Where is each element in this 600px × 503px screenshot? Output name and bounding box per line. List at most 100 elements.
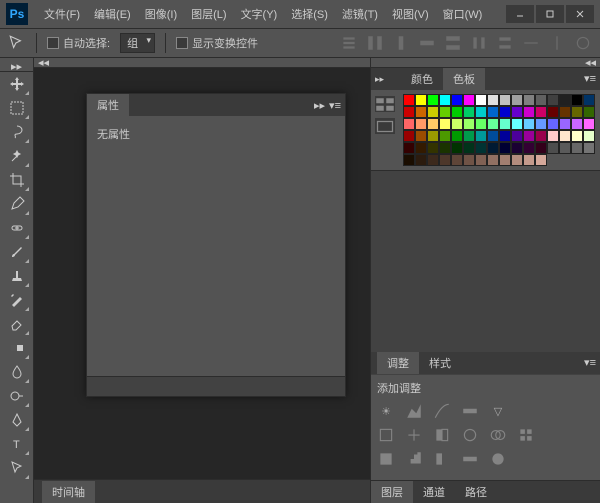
swatch[interactable] [463,118,475,130]
selective-color-icon[interactable] [489,450,507,468]
swatch[interactable] [583,118,595,130]
swatch[interactable] [415,118,427,130]
swatch[interactable] [415,130,427,142]
layers-tab[interactable]: 图层 [371,481,413,503]
swatch[interactable] [403,154,415,166]
swatch[interactable] [559,142,571,154]
swatch[interactable] [487,94,499,106]
align-icon[interactable] [548,34,566,52]
align-icon[interactable] [470,34,488,52]
close-button[interactable] [566,5,594,23]
swatch[interactable] [475,130,487,142]
swatch[interactable] [583,130,595,142]
swatch[interactable] [439,106,451,118]
menu-view[interactable]: 视图(V) [386,3,435,25]
swatch[interactable] [463,142,475,154]
swatch[interactable] [403,94,415,106]
menu-layer[interactable]: 图层(L) [185,3,232,25]
swatch-preset-icon[interactable] [375,96,395,112]
swatch[interactable] [511,118,523,130]
swatch[interactable] [571,142,583,154]
bw-icon[interactable] [433,426,451,444]
exposure-icon[interactable] [461,402,479,420]
healing-brush-tool[interactable] [4,216,30,240]
swatch[interactable] [571,118,583,130]
blur-tool[interactable] [4,360,30,384]
crop-tool[interactable] [4,168,30,192]
swatch[interactable] [511,106,523,118]
history-brush-tool[interactable] [4,288,30,312]
auto-select-checkbox[interactable] [47,37,59,49]
channel-mixer-icon[interactable] [489,426,507,444]
lasso-tool[interactable] [4,120,30,144]
swatch[interactable] [439,154,451,166]
swatch[interactable] [511,130,523,142]
swatch[interactable] [499,130,511,142]
swatch[interactable] [499,154,511,166]
swatch[interactable] [559,94,571,106]
swatch[interactable] [487,154,499,166]
swatch[interactable] [439,142,451,154]
swatch[interactable] [403,130,415,142]
swatch[interactable] [583,94,595,106]
canvas-collapse[interactable]: ◂◂ [34,58,370,68]
swatch[interactable] [475,118,487,130]
show-transform-option[interactable]: 显示变换控件 [176,35,258,51]
swatch[interactable] [427,118,439,130]
menu-edit[interactable]: 编辑(E) [88,3,137,25]
swatch[interactable] [547,106,559,118]
auto-select-option[interactable]: 自动选择: [47,35,110,51]
swatch[interactable] [415,94,427,106]
brightness-icon[interactable]: ☀ [377,402,395,420]
swatch[interactable] [511,142,523,154]
swatch[interactable] [415,154,427,166]
swatch[interactable] [451,94,463,106]
swatch[interactable] [523,130,535,142]
move-tool[interactable] [4,72,30,96]
swatch[interactable] [523,154,535,166]
swatch[interactable] [535,142,547,154]
swatch[interactable] [463,94,475,106]
swatch[interactable] [463,106,475,118]
swatch[interactable] [475,142,487,154]
panels-collapse[interactable]: ◂◂ [371,58,600,68]
swatch[interactable] [559,118,571,130]
color-tab[interactable]: 颜色 [401,68,443,90]
swatch[interactable] [427,142,439,154]
swatch[interactable] [535,154,547,166]
expand-icon[interactable]: ▸▸ [375,74,384,85]
swatch[interactable] [451,142,463,154]
swatch[interactable] [451,118,463,130]
magic-wand-tool[interactable] [4,144,30,168]
menu-file[interactable]: 文件(F) [38,3,86,25]
swatch[interactable] [535,106,547,118]
swatch[interactable] [571,94,583,106]
swatch[interactable] [427,154,439,166]
swatch[interactable] [451,130,463,142]
swatch[interactable] [439,130,451,142]
channels-tab[interactable]: 通道 [413,481,455,503]
photo-filter-icon[interactable] [461,426,479,444]
panel-menu-icon[interactable]: ▾≡ [329,99,341,112]
threshold-icon[interactable] [433,450,451,468]
swatch[interactable] [523,106,535,118]
show-transform-checkbox[interactable] [176,37,188,49]
swatch[interactable] [403,142,415,154]
clone-stamp-tool[interactable] [4,264,30,288]
swatch[interactable] [487,106,499,118]
adjustments-tab[interactable]: 调整 [377,352,419,374]
swatch[interactable] [511,94,523,106]
swatch[interactable] [547,94,559,106]
swatch[interactable] [487,142,499,154]
swatch[interactable] [415,142,427,154]
color-balance-icon[interactable] [405,426,423,444]
eyedropper-tool[interactable] [4,192,30,216]
type-tool[interactable]: T [4,432,30,456]
swatch[interactable] [583,142,595,154]
panel-menu-icon[interactable]: ▾≡ [584,72,596,85]
swatch[interactable] [499,142,511,154]
timeline-tab[interactable]: 时间轴 [42,481,95,503]
swatch-preset-icon[interactable] [375,118,395,134]
move-tool-indicator[interactable] [8,34,26,52]
paths-tab[interactable]: 路径 [455,481,497,503]
